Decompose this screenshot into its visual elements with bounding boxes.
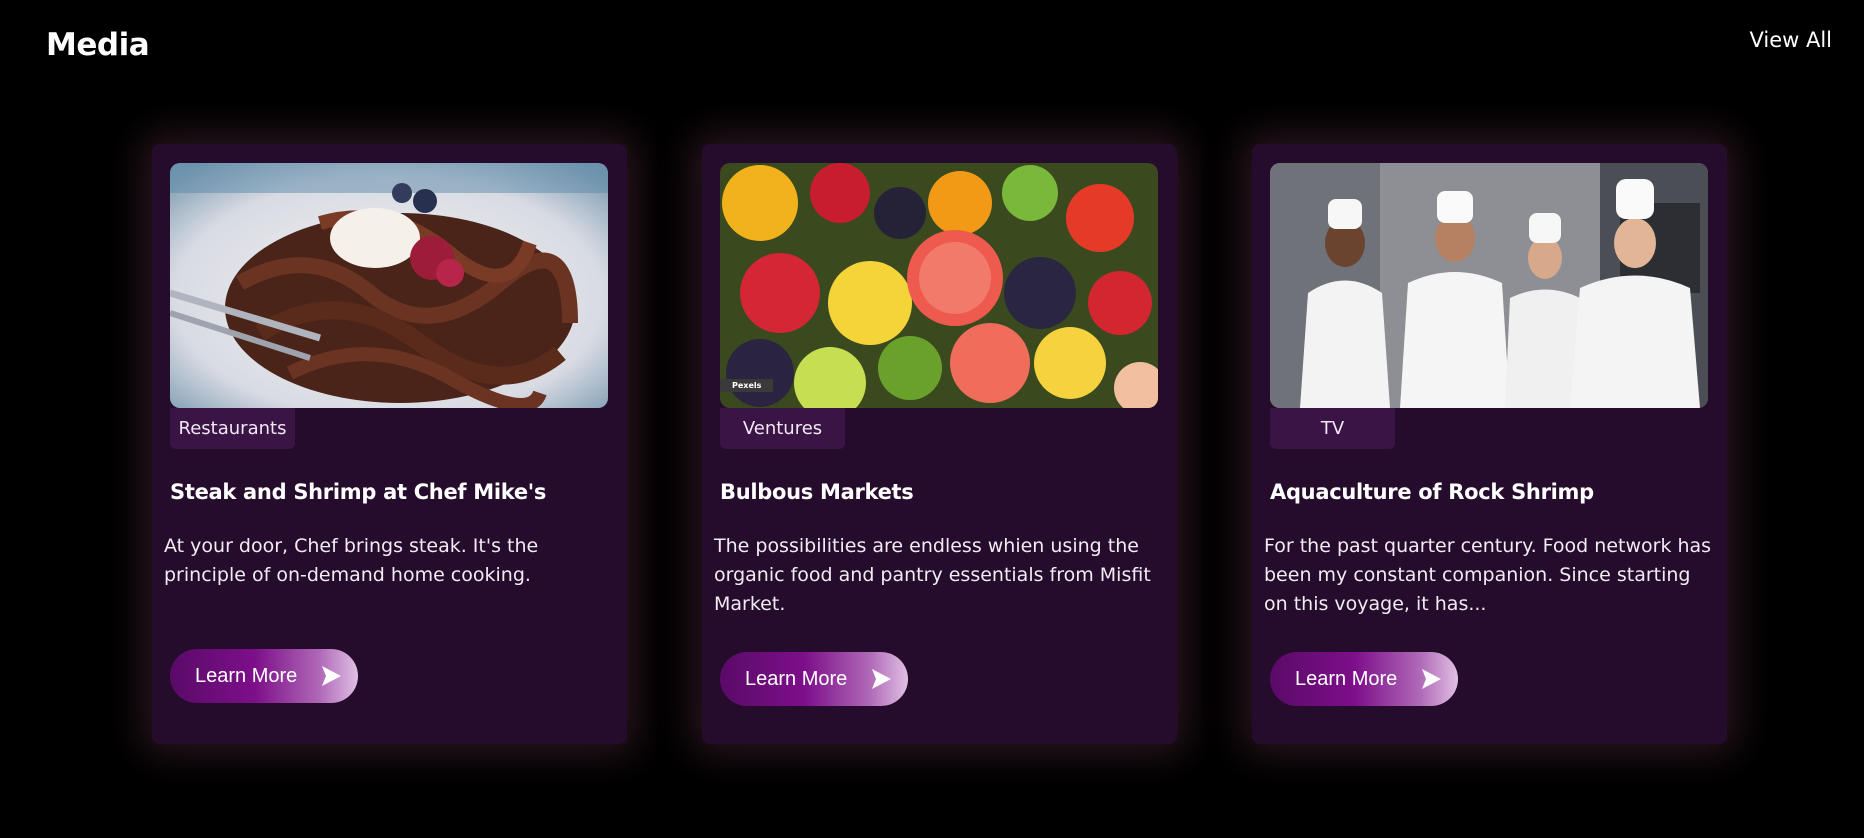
category-tag[interactable]: Restaurants [170, 408, 295, 449]
media-card: Restaurants Steak and Shrimp at Chef Mik… [152, 144, 627, 744]
category-tag[interactable]: TV [1270, 408, 1395, 449]
learn-more-label: Learn More [195, 664, 298, 687]
media-card: TV Aquaculture of Rock Shrimp For the pa… [1252, 144, 1727, 744]
card-description: At your door, Chef brings steak. It's th… [164, 535, 539, 586]
learn-more-label: Learn More [745, 667, 848, 690]
page-title: Media [46, 27, 150, 63]
card-description: For the past quarter century. Food netwo… [1264, 535, 1712, 615]
chefs-thumbs-up-image[interactable] [1270, 163, 1708, 408]
play-arrow-icon [322, 666, 341, 686]
learn-more-button[interactable]: Learn More [720, 652, 908, 706]
chocolate-pasta-dessert-image[interactable] [170, 163, 608, 408]
media-page: Media View All Restaurants Steak and Shr… [0, 0, 1864, 838]
card-title: Bulbous Markets [720, 480, 914, 504]
card-title: Aquaculture of Rock Shrimp [1270, 480, 1594, 504]
card-description: The possibilities are endless whien usin… [714, 535, 1151, 615]
card-title: Steak and Shrimp at Chef Mike's [170, 480, 547, 504]
learn-more-label: Learn More [1295, 667, 1398, 690]
pexels-watermark: Pexels [720, 379, 774, 392]
play-arrow-icon [1422, 669, 1441, 689]
learn-more-button[interactable]: Learn More [1270, 652, 1458, 706]
media-card: Pexels Ventures Bulbous Markets The poss… [702, 144, 1177, 744]
category-tag[interactable]: Ventures [720, 408, 845, 449]
learn-more-button[interactable]: Learn More [170, 649, 358, 703]
fruit-platter-image[interactable]: Pexels [720, 163, 1158, 408]
media-card-list: Restaurants Steak and Shrimp at Chef Mik… [152, 144, 1727, 744]
view-all-link[interactable]: View All [1749, 28, 1832, 52]
play-arrow-icon [872, 669, 891, 689]
